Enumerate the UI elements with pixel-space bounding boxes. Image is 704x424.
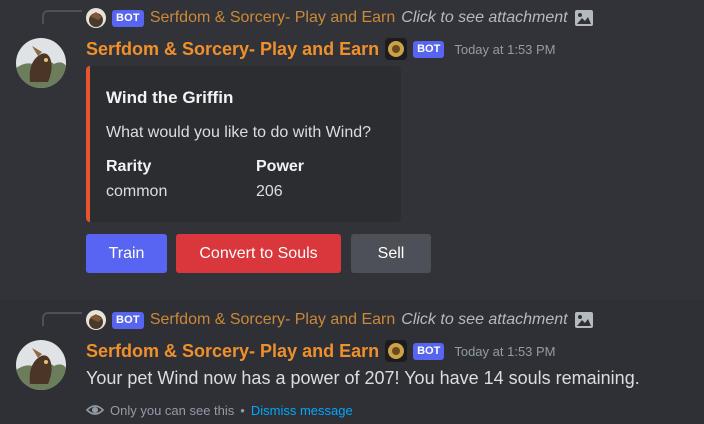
image-icon (574, 312, 593, 328)
reply-spine (42, 312, 82, 326)
reply-avatar[interactable] (86, 310, 106, 330)
bot-tag: BOT (413, 342, 445, 360)
reply-author-name[interactable]: Serfdom & Sorcery- Play and Earn (150, 9, 395, 27)
train-button[interactable]: Train (86, 234, 167, 273)
field-value-rarity: common (106, 183, 168, 200)
app-badge-icon (385, 38, 408, 60)
reply-attachment-hint[interactable]: Click to see attachment (401, 311, 567, 329)
reply-avatar[interactable] (86, 8, 106, 28)
field-name-rarity: Rarity (106, 158, 152, 175)
ephemeral-notice: Only you can see this • Dismiss message (86, 400, 353, 420)
reply-reference[interactable]: BOT Serfdom & Sorcery- Play and Earn Cli… (86, 8, 594, 28)
embed-title: Wind the Griffin (106, 88, 234, 107)
reply-bot-tag: BOT (112, 9, 144, 27)
app-badge-icon (385, 340, 408, 362)
field-name-power: Power (256, 158, 305, 175)
sell-button[interactable]: Sell (351, 234, 431, 273)
message-header: Serfdom & Sorcery- Play and Earn BOT Tod… (86, 339, 556, 363)
dismiss-message-link[interactable]: Dismiss message (251, 403, 353, 418)
embed-description: What would you like to do with Wind? (106, 124, 372, 141)
chat-view: BOT Serfdom & Sorcery- Play and Earn Cli… (0, 0, 704, 424)
reply-spine (42, 10, 82, 24)
message-header: Serfdom & Sorcery- Play and Earn BOT Tod… (86, 37, 556, 61)
reply-reference[interactable]: BOT Serfdom & Sorcery- Play and Earn Cli… (86, 310, 594, 330)
eye-icon (86, 405, 104, 415)
reply-bot-tag: BOT (112, 311, 144, 329)
field-value-power: 206 (256, 183, 283, 200)
reply-attachment-hint[interactable]: Click to see attachment (401, 9, 567, 27)
timestamp[interactable]: Today at 1:53 PM (454, 42, 555, 57)
author-avatar[interactable] (16, 340, 66, 390)
ephemeral-note: Only you can see this (110, 402, 235, 418)
message-content: Your pet Wind now has a power of 207! Yo… (86, 368, 640, 388)
author-name[interactable]: Serfdom & Sorcery- Play and Earn (86, 341, 379, 362)
reply-author-name[interactable]: Serfdom & Sorcery- Play and Earn (150, 311, 395, 329)
author-avatar[interactable] (16, 38, 66, 88)
bot-tag: BOT (413, 40, 445, 58)
convert-to-souls-button[interactable]: Convert to Souls (176, 234, 341, 273)
message-1: BOT Serfdom & Sorcery- Play and Earn Cli… (0, 0, 704, 286)
author-name[interactable]: Serfdom & Sorcery- Play and Earn (86, 39, 379, 60)
separator: • (240, 402, 245, 418)
image-icon (574, 10, 593, 26)
embed-card: Wind the Griffin What would you like to … (86, 66, 401, 222)
timestamp[interactable]: Today at 1:53 PM (454, 344, 555, 359)
